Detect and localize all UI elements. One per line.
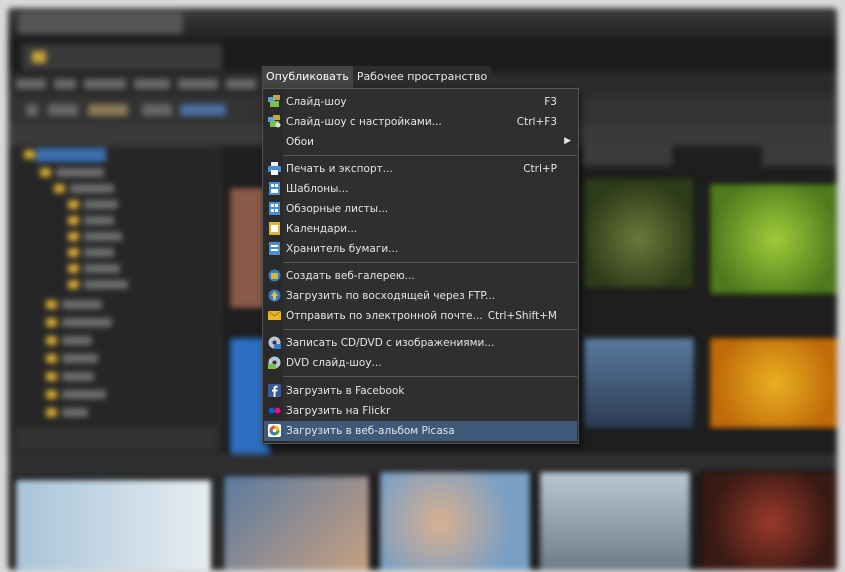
folder-tree-blurred <box>16 146 216 446</box>
web-gallery-icon <box>268 269 281 282</box>
menu-item-ftp-upload[interactable]: Загрузить по восходящей через FTP... <box>264 286 577 306</box>
menu-item-dvd-slideshow[interactable]: DVD слайд-шоу... <box>264 353 577 373</box>
menu-separator <box>283 262 577 263</box>
menu-item-picasa[interactable]: Загрузить в веб-альбом Picasa <box>264 421 577 441</box>
menu-item-burn-cd[interactable]: Записать CD/DVD с изображениями... <box>264 333 577 353</box>
menu-item-templates[interactable]: Шаблоны... <box>264 179 577 199</box>
title-bar <box>8 8 837 38</box>
menu-workspace[interactable]: Рабочее пространство <box>353 66 491 88</box>
cd-burn-icon <box>268 336 281 349</box>
ftp-upload-icon <box>268 289 281 302</box>
menu-item-web-gallery[interactable]: Создать веб-галерею... <box>264 266 577 286</box>
menu-separator <box>283 155 577 156</box>
menu-item-email[interactable]: Отправить по электронной почте... Ctrl+S… <box>264 306 577 326</box>
menu-item-slideshow-settings[interactable]: Слайд-шоу с настройками... Ctrl+F3 <box>264 112 577 132</box>
email-icon <box>268 310 281 320</box>
menu-item-print-export[interactable]: Печать и экспорт... Ctrl+P <box>264 159 577 179</box>
templates-icon <box>269 182 280 195</box>
menu-item-flickr[interactable]: Загрузить на Flickr <box>264 401 577 421</box>
menu-item-paper-saver[interactable]: Хранитель бумаги... <box>264 239 577 259</box>
paper-saver-icon <box>269 242 280 255</box>
menubar: Опубликовать Рабочее пространство <box>262 66 492 88</box>
sidebar-tabs-blurred <box>16 428 216 450</box>
calendar-icon <box>269 222 280 235</box>
slideshow-icon <box>268 95 280 107</box>
menu-separator <box>283 376 577 377</box>
contact-sheet-icon <box>269 202 280 215</box>
picasa-icon <box>268 424 281 437</box>
flickr-icon <box>268 407 281 414</box>
menu-item-facebook[interactable]: Загрузить в Facebook <box>264 381 577 401</box>
printer-icon <box>268 162 281 175</box>
dvd-slideshow-icon <box>268 356 281 369</box>
menu-item-contact-sheets[interactable]: Обзорные листы... <box>264 199 577 219</box>
facebook-icon <box>268 384 281 397</box>
submenu-arrow-icon: ▶ <box>564 136 571 146</box>
menu-item-calendars[interactable]: Календари... <box>264 219 577 239</box>
menu-separator <box>283 329 577 330</box>
menu-item-slideshow[interactable]: Слайд-шоу F3 <box>264 92 577 112</box>
menu-item-wallpaper[interactable]: Обои ▶ <box>264 132 577 152</box>
slideshow-settings-icon <box>268 115 281 128</box>
menu-publish[interactable]: Опубликовать <box>262 66 353 88</box>
publish-dropdown-menu: Слайд-шоу F3 Слайд-шоу с настройками... … <box>262 88 579 444</box>
